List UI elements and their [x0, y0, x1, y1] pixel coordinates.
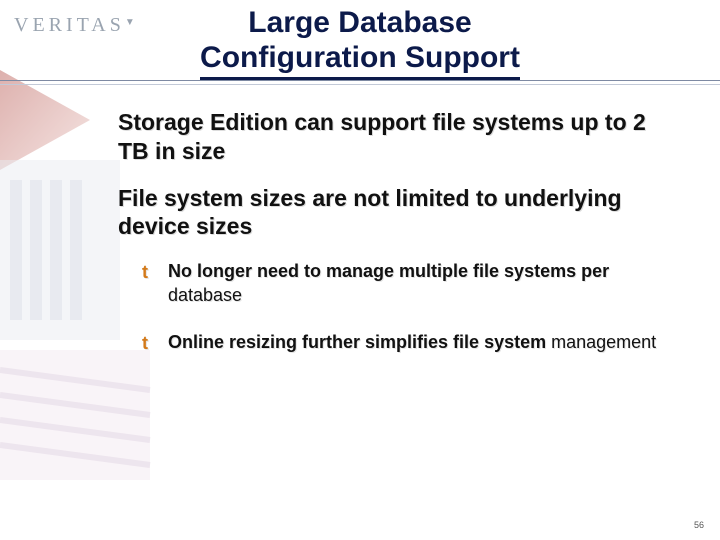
bullet-icon: t — [142, 260, 148, 284]
title-underline-primary — [0, 80, 720, 81]
title-underline-secondary — [0, 84, 720, 85]
sub-bullet-1-tail: database — [168, 285, 242, 305]
brand-text: VERITAS — [14, 14, 125, 36]
slide-title: Large Database Configuration Support — [200, 6, 520, 80]
sub-bullet-1: t No longer need to manage multiple file… — [142, 259, 680, 308]
brand-logo: VERITAS▼ — [14, 14, 135, 37]
main-point-2: File system sizes are not limited to und… — [118, 184, 680, 242]
brand-triangle-icon: ▼ — [125, 17, 135, 28]
sub-bullet-1-lead: No longer need to manage multiple file s… — [168, 261, 609, 281]
sub-bullet-2: t Online resizing further simplifies fil… — [142, 330, 680, 354]
title-line-1: Large Database — [248, 6, 471, 39]
main-point-1: Storage Edition can support file systems… — [118, 108, 680, 166]
bullet-icon: t — [142, 331, 148, 355]
title-line-2: Configuration Support — [200, 41, 520, 74]
slide-body: Storage Edition can support file systems… — [118, 108, 680, 376]
sub-bullet-2-tail: management — [546, 332, 656, 352]
sub-bullet-list: t No longer need to manage multiple file… — [142, 259, 680, 354]
page-number: 56 — [694, 520, 704, 530]
sub-bullet-2-lead: Online resizing further simplifies file … — [168, 332, 546, 352]
